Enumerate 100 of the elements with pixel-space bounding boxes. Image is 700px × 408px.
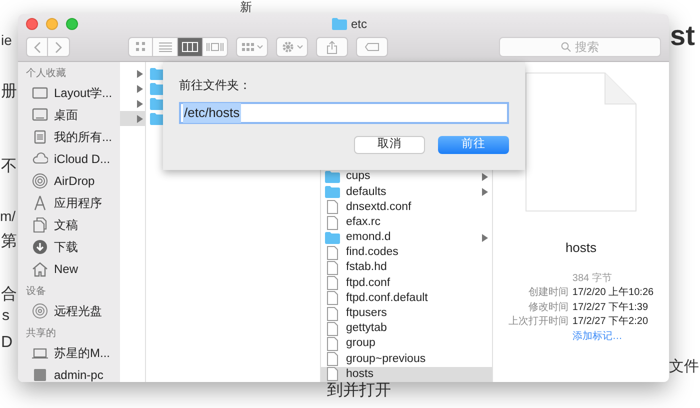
info-value: 17/2/27 下午1:39 [572, 300, 650, 314]
view-mode-button[interactable] [178, 37, 203, 57]
info-label: 上次打开时间 [508, 315, 568, 329]
document-icon [327, 261, 338, 276]
background-text: 册 [1, 82, 17, 102]
file-name: hosts [346, 366, 374, 382]
expand-arrow-icon [482, 234, 488, 242]
document-icon [327, 276, 338, 290]
sidebar-item[interactable]: 桌面 [26, 104, 120, 126]
file-name: cups [346, 169, 372, 184]
document-icon [327, 337, 338, 352]
list-view-icon [158, 42, 172, 52]
file-name: group [346, 336, 376, 352]
window-title: etc [350, 16, 367, 33]
cancel-button[interactable]: 取消 [354, 136, 425, 154]
file-name: dnsextd.conf [346, 200, 412, 215]
home-icon [32, 261, 48, 277]
background-text: 第 [1, 232, 17, 252]
file-row[interactable]: group [321, 336, 492, 352]
file-name: ftpusers [346, 306, 388, 322]
sidebar-heading: 共享的 [26, 326, 57, 341]
background-text: 合 [1, 285, 17, 305]
background-text: 新 [240, 0, 252, 15]
zoom-button[interactable] [66, 18, 78, 30]
file-name: ftpd.conf [346, 276, 392, 291]
file-name: fstab.hd [346, 260, 388, 276]
tag-icon [365, 43, 379, 51]
file-row[interactable]: cups [321, 169, 492, 185]
file-row[interactable]: ftpd.conf [321, 276, 492, 291]
caret-icon [256, 45, 262, 49]
download-icon [32, 239, 48, 255]
file-name: ftpd.conf.default [346, 290, 429, 306]
sidebar-item[interactable]: New [26, 258, 120, 280]
view-mode-button[interactable] [128, 37, 153, 57]
minimize-button[interactable] [46, 18, 58, 30]
sidebar-item[interactable]: 下载 [26, 236, 120, 258]
back-chevron-icon [34, 42, 40, 52]
column-view-icon [182, 42, 198, 52]
close-button[interactable] [26, 18, 38, 30]
gear-icon [282, 41, 294, 53]
forward-button[interactable] [48, 37, 70, 57]
document-icon [327, 352, 338, 366]
file-row[interactable]: gettytab [321, 321, 492, 336]
background-text: st [670, 19, 695, 53]
preview-file-name: hosts [565, 239, 597, 257]
share-button[interactable] [316, 37, 348, 57]
disc-icon [32, 303, 48, 319]
file-row[interactable]: ftpd.conf.default [321, 290, 492, 306]
action-button[interactable] [276, 37, 308, 57]
background-text: s [2, 307, 10, 326]
back-button[interactable] [26, 37, 48, 57]
arrange-button[interactable] [236, 37, 268, 57]
background-text: D [1, 333, 13, 353]
document-stack-icon [32, 129, 48, 145]
background-text: 文件 [669, 358, 699, 377]
view-mode-button[interactable] [153, 37, 178, 57]
sidebar-item[interactable]: 应用程序 [26, 192, 120, 214]
sidebar-item[interactable]: AirDrop [26, 170, 120, 192]
file-name: defaults [346, 184, 388, 200]
file-name: emond.d [346, 230, 392, 246]
document-icon [327, 306, 338, 321]
sidebar-item[interactable]: 苏星的M... [26, 342, 120, 364]
file-name: efax.rc [346, 214, 382, 230]
background-text: ie [1, 32, 12, 50]
document-icon [327, 291, 338, 306]
file-row[interactable]: efax.rc [321, 214, 492, 230]
document-icon [327, 200, 338, 214]
share-icon [327, 40, 337, 54]
info-label: 创建时间 [527, 286, 568, 300]
search-icon [561, 42, 571, 52]
grid-icon [242, 42, 254, 52]
computer-icon [32, 367, 48, 382]
file-row[interactable]: find.codes [321, 245, 492, 260]
info-label: 修改时间 [527, 300, 568, 314]
gallery-view-icon [206, 42, 224, 52]
file-row[interactable]: emond.d [321, 230, 492, 246]
document-icon [327, 216, 338, 230]
desktop-icon [32, 107, 48, 123]
file-row[interactable]: hosts [321, 366, 492, 382]
tag-button[interactable] [356, 37, 388, 57]
view-mode-button[interactable] [203, 37, 228, 57]
sidebar-item[interactable]: iCloud D... [26, 148, 120, 170]
sidebar-item[interactable]: 我的所有... [26, 126, 120, 148]
file-row[interactable]: dnsextd.conf [321, 200, 492, 215]
file-row[interactable]: ftpusers [321, 306, 492, 322]
file-name: find.codes [346, 245, 400, 260]
sidebar-item[interactable]: Layout学... [26, 82, 120, 104]
document-icon [327, 322, 338, 336]
file-row[interactable]: group~previous [321, 352, 492, 367]
file-row[interactable]: fstab.hd [321, 260, 492, 276]
sidebar-item[interactable]: 文稿 [26, 214, 120, 236]
file-row[interactable]: defaults [321, 184, 492, 200]
info-value: 17/2/27 下午2:20 [572, 315, 650, 329]
file-name: gettytab [346, 321, 388, 336]
path-field[interactable]: /etc/hosts [179, 102, 509, 124]
caret-icon [296, 45, 302, 49]
document-icon [327, 246, 338, 260]
sidebar-item[interactable]: 远程光盘 [26, 300, 120, 322]
sidebar-item[interactable]: admin-pc [26, 364, 120, 382]
sidebar-heading: 设备 [26, 285, 47, 299]
